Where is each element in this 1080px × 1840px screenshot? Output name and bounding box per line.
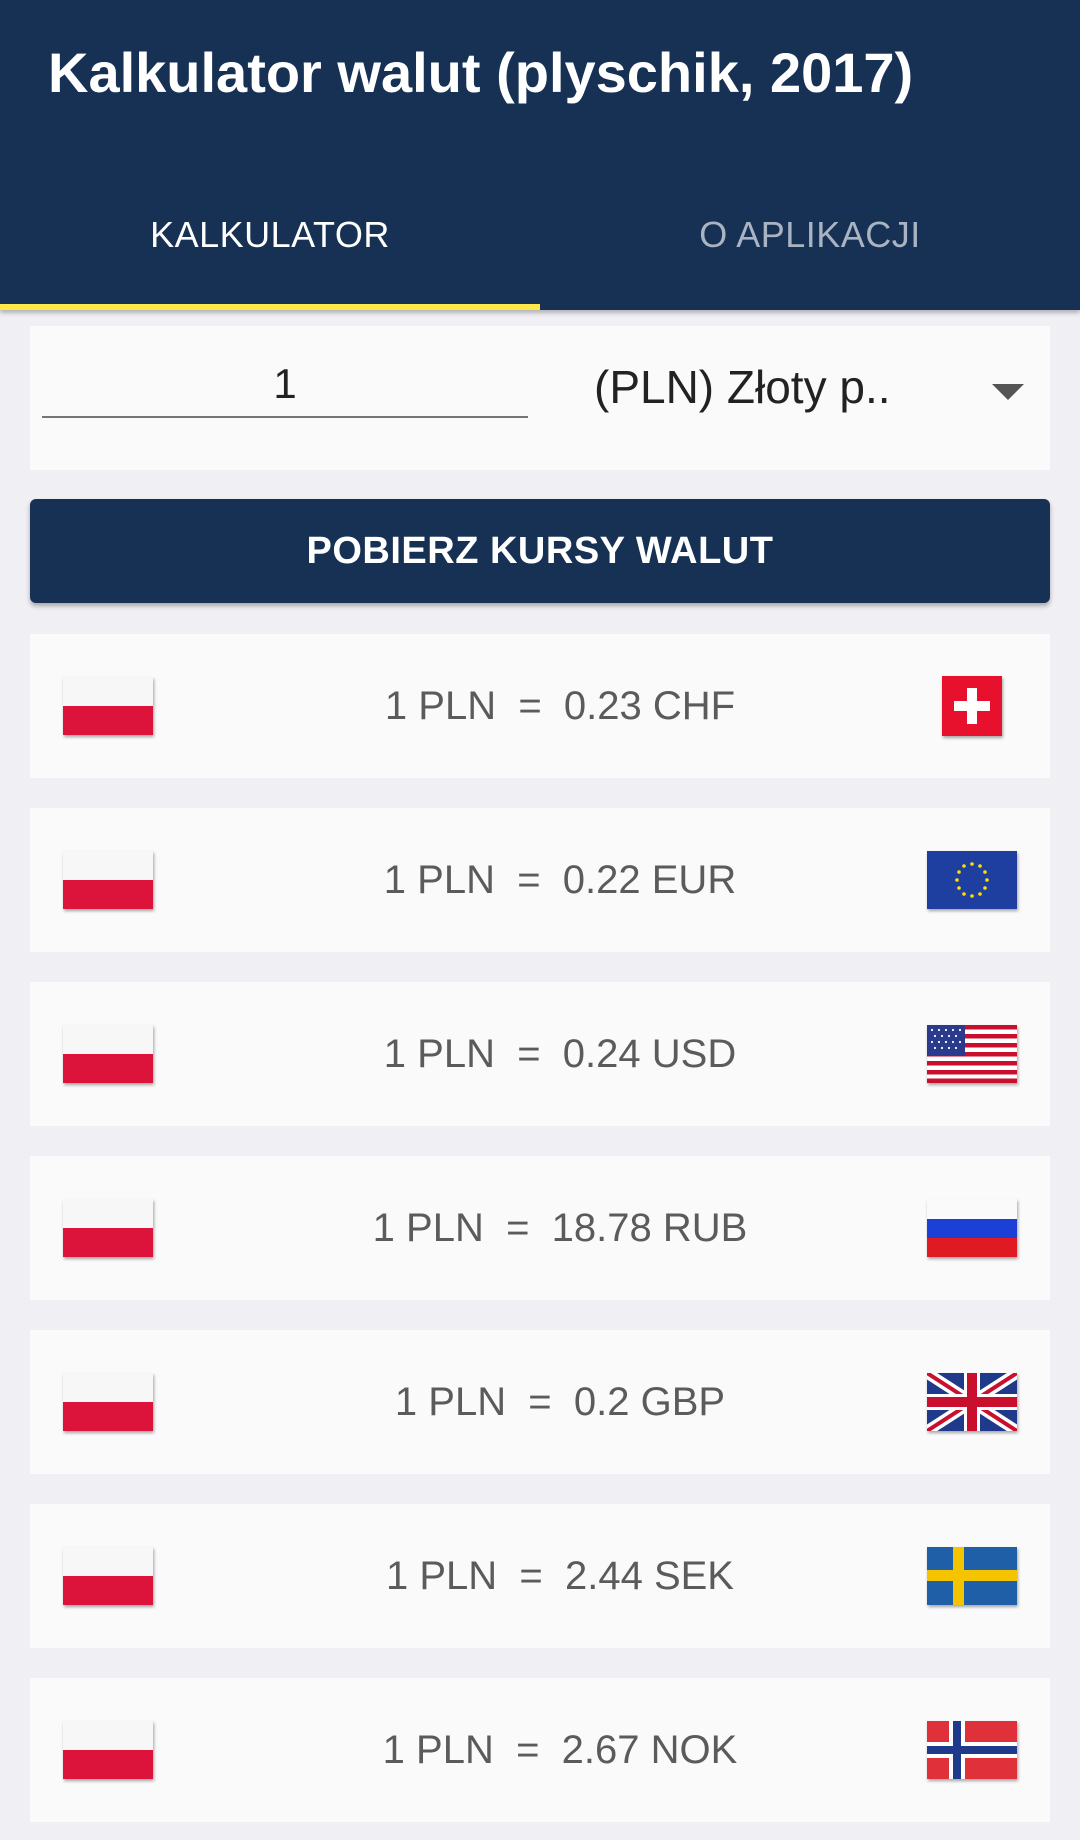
norway-flag-icon — [927, 1721, 1017, 1779]
tab-kalkulator[interactable]: KALKULATOR — [0, 160, 540, 310]
rate-text: 1 PLN = 2.67 NOK — [382, 1727, 738, 1772]
rate-text: 1 PLN = 2.44 SEK — [386, 1553, 734, 1598]
rate-text: 1 PLN = 0.23 CHF — [384, 683, 736, 728]
dropdown-arrow-icon — [992, 384, 1024, 400]
rate-row-gbp: 1 PLN = 0.2 GBP — [30, 1330, 1050, 1474]
switzerland-flag-icon — [942, 676, 1002, 736]
amount-input[interactable] — [42, 352, 528, 418]
rate-text: 1 PLN = 0.24 USD — [383, 1031, 737, 1076]
rate-text: 1 PLN = 18.78 RUB — [372, 1205, 748, 1250]
app-title: Kalkulator walut (plyschik, 2017) — [48, 41, 914, 104]
usa-flag-icon — [927, 1025, 1017, 1083]
rate-row-usd: 1 PLN = 0.24 USD — [30, 982, 1050, 1126]
rate-row-nok: 1 PLN = 2.67 NOK — [30, 1678, 1050, 1822]
rate-row-sek: 1 PLN = 2.44 SEK — [30, 1504, 1050, 1648]
rate-row-chf: 1 PLN = 0.23 CHF — [30, 634, 1050, 778]
rate-row-eur: 1 PLN = 0.22 EUR — [30, 808, 1050, 952]
rate-text: 1 PLN = 0.2 GBP — [394, 1379, 726, 1424]
app-bar: Kalkulator walut (plyschik, 2017) — [0, 0, 1080, 160]
eu-flag-icon — [927, 851, 1017, 909]
currency-dropdown[interactable]: (PLN) Złoty p.. — [564, 350, 1040, 430]
selected-currency: (PLN) Złoty p.. — [594, 361, 891, 413]
uk-flag-icon — [927, 1373, 1017, 1431]
sweden-flag-icon — [927, 1547, 1017, 1605]
rate-text: 1 PLN = 0.22 EUR — [383, 857, 737, 902]
converter-card: (PLN) Złoty p.. — [30, 326, 1050, 470]
russia-flag-icon — [927, 1199, 1017, 1257]
rate-row-rub: 1 PLN = 18.78 RUB — [30, 1156, 1050, 1300]
tab-bar: KALKULATOR O APLIKACJI — [0, 160, 1080, 310]
active-tab-indicator — [0, 304, 540, 310]
tab-o-aplikacji[interactable]: O APLIKACJI — [540, 160, 1080, 310]
fetch-rates-button[interactable]: POBIERZ KURSY WALUT — [30, 499, 1050, 603]
